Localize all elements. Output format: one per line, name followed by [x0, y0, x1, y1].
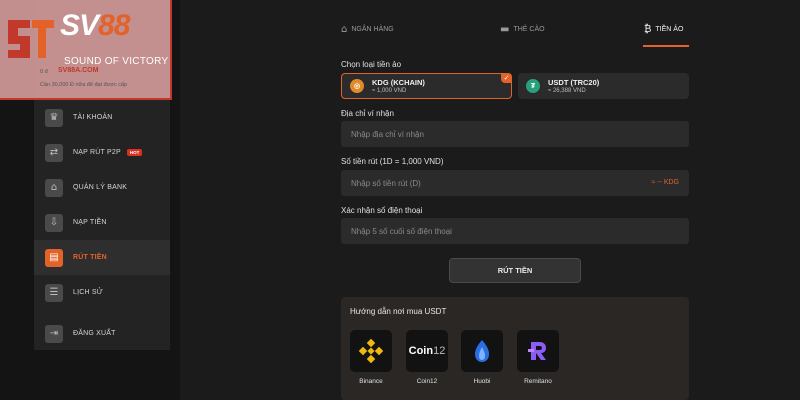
- history-icon: ☰: [45, 283, 63, 302]
- amount-input[interactable]: [351, 178, 689, 188]
- sidebar-item-bank[interactable]: ⌂ QUẢN LÝ BANK: [34, 170, 170, 205]
- coin-option-kdg[interactable]: ◎ KDG (KCHAIN) ≈ 1,000 VND ✓: [341, 73, 512, 99]
- withdraw-icon: ▤: [45, 248, 63, 267]
- amount-conversion: ≈ -- KDG: [651, 179, 679, 186]
- phone-input[interactable]: [351, 226, 689, 236]
- exchange-binance[interactable]: Binance: [350, 330, 392, 385]
- tab-card[interactable]: ▬ THẺ CÀO: [500, 24, 545, 35]
- brand-slogan: SOUND OF VICTORY: [64, 56, 169, 67]
- main-content: ⌂ NGÂN HÀNG ▬ THẺ CÀO ₿ TIỀN ẢO Chọn loạ…: [180, 0, 800, 400]
- address-field: [341, 121, 689, 147]
- sv88-logo-icon: [8, 20, 54, 58]
- coin12-icon: Coin 12: [406, 330, 448, 372]
- sidebar-item-label: ĐĂNG XUẤT: [73, 330, 116, 337]
- remitano-icon: [517, 330, 559, 372]
- kdg-coin-icon: ◎: [350, 79, 364, 93]
- sidebar-item-deposit[interactable]: ⇩ NẠP TIỀN: [34, 205, 170, 240]
- tab-label: THẺ CÀO: [513, 26, 545, 33]
- tab-label: NGÂN HÀNG: [351, 26, 394, 33]
- bank-icon: ⌂: [45, 178, 63, 197]
- p2p-icon: ⇄: [45, 143, 63, 162]
- brand-site: SV88A.COM: [58, 67, 99, 74]
- sidebar-item-label: NẠP RÚT P2P: [73, 149, 121, 156]
- withdraw-tabs: ⌂ NGÂN HÀNG ▬ THẺ CÀO ₿ TIỀN ẢO: [180, 0, 800, 48]
- tab-bank[interactable]: ⌂ NGÂN HÀNG: [341, 24, 394, 35]
- phone-field: [341, 218, 689, 244]
- coin-name: KDG (KCHAIN): [372, 78, 425, 87]
- coin-rate: ≈ 26,388 VND: [548, 88, 586, 94]
- address-label: Địa chỉ ví nhận: [341, 109, 394, 118]
- exchange-name: Remitano: [524, 378, 552, 385]
- deposit-icon: ⇩: [45, 213, 63, 232]
- coin-rate: ≈ 1,000 VND: [372, 88, 407, 94]
- sidebar-item-label: QUẢN LÝ BANK: [73, 184, 128, 191]
- usdt-coin-icon: ₮: [526, 79, 540, 93]
- exchange-remitano[interactable]: Remitano: [517, 330, 559, 385]
- logout-icon: ⇥: [45, 324, 63, 343]
- crypto-type-label: Chọn loại tiền ảo: [341, 60, 402, 69]
- sidebar-item-label: NẠP TIỀN: [73, 219, 107, 226]
- balance-text: 0 đ: [40, 69, 48, 75]
- exchange-name: Binance: [359, 378, 383, 385]
- brand-name: SV88: [60, 9, 130, 42]
- card-icon: ▬: [500, 24, 510, 35]
- level-progress-note: Cần 30,000 Đ nữa để đạt được cấp: [40, 82, 128, 88]
- sidebar-item-label: RÚT TIỀN: [73, 254, 107, 261]
- withdraw-button[interactable]: RÚT TIỀN: [449, 258, 581, 283]
- sidebar-item-account[interactable]: ♛ TÀI KHOẢN: [34, 100, 170, 135]
- exchange-huobi[interactable]: Huobi: [461, 330, 503, 385]
- active-tab-indicator: [643, 45, 689, 47]
- crown-icon: ♛: [45, 108, 63, 127]
- sidebar-item-logout[interactable]: ⇥ ĐĂNG XUẤT: [34, 316, 170, 351]
- sidebar-item-label: LỊCH SỬ: [73, 289, 103, 296]
- sidebar-item-withdraw[interactable]: ▤ RÚT TIỀN: [34, 240, 170, 275]
- exchange-name: Huobi: [473, 378, 491, 385]
- guide-title: Hướng dẫn nơi mua USDT: [350, 307, 447, 316]
- crypto-icon: ₿: [644, 24, 652, 35]
- tab-crypto[interactable]: ₿ TIỀN ẢO: [644, 24, 683, 35]
- sidebar-item-history[interactable]: ☰ LỊCH SỬ: [34, 275, 170, 310]
- bank-icon: ⌂: [341, 24, 348, 35]
- coin-name: USDT (TRC20): [548, 78, 600, 87]
- phone-label: Xác nhận số điện thoại: [341, 206, 423, 215]
- check-icon: ✓: [501, 73, 512, 83]
- tab-label: TIỀN ẢO: [655, 26, 684, 33]
- brand-logo-panel: SV88 SOUND OF VICTORY 0 đ SV88A.COM Cần …: [0, 0, 172, 100]
- huobi-icon: [461, 330, 503, 372]
- sidebar-item-label: TÀI KHOẢN: [73, 114, 113, 121]
- hot-badge: HOT: [126, 149, 143, 156]
- binance-icon: [350, 330, 392, 372]
- amount-field: ≈ -- KDG: [341, 170, 689, 196]
- exchange-name: Coin12: [416, 378, 438, 385]
- amount-label: Số tiền rút (1D = 1,000 VND): [341, 157, 444, 166]
- sidebar-item-p2p[interactable]: ⇄ NẠP RÚT P2P HOT: [34, 135, 170, 170]
- wallet-address-input[interactable]: [351, 129, 689, 139]
- usdt-guide-panel: Hướng dẫn nơi mua USDT Binance Coin 12 C…: [341, 297, 689, 400]
- coin-option-usdt[interactable]: ₮ USDT (TRC20) ≈ 26,388 VND: [518, 73, 689, 99]
- exchange-coin12[interactable]: Coin 12 Coin12: [406, 330, 448, 385]
